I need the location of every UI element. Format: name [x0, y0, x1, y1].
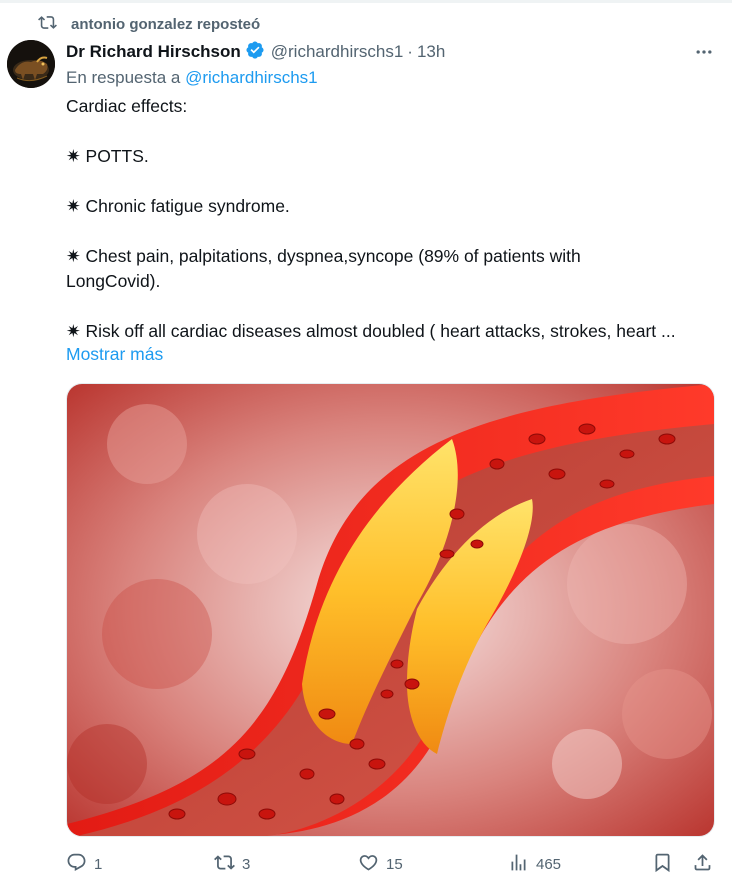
tweet-header: Dr Richard Hirschson @richardhirschs1 · …	[66, 40, 716, 64]
tweet-line	[66, 294, 716, 319]
reply-button[interactable]: 1	[66, 852, 102, 876]
repost-action-icon	[214, 852, 235, 877]
tweet-time[interactable]: 13h	[417, 42, 445, 62]
tweet-line: ✷ Risk off all cardiac diseases almost d…	[66, 321, 676, 341]
tweet-line: LongCovid).	[66, 271, 161, 291]
author-handle[interactable]: @richardhirschs1	[271, 42, 404, 62]
tweet-line	[66, 169, 716, 194]
tweet-line: ✷ Chronic fatigue syndrome.	[66, 196, 290, 216]
more-options-icon[interactable]	[692, 42, 716, 62]
like-button[interactable]: 15	[358, 852, 403, 876]
action-bar: 1 3 15 465	[66, 852, 716, 876]
repost-icon	[38, 13, 57, 36]
reply-mention-link[interactable]: @richardhirschs1	[185, 68, 318, 87]
tweet-image[interactable]	[66, 383, 715, 837]
views-button[interactable]: 465	[508, 852, 561, 876]
tweet-line: ✷ POTTS.	[66, 146, 149, 166]
share-button[interactable]	[692, 852, 713, 876]
author-name[interactable]: Dr Richard Hirschson	[66, 42, 241, 62]
verified-badge-icon	[241, 40, 271, 65]
tweet-text: Cardiac effects: ✷ POTTS. ✷ Chronic fati…	[66, 94, 716, 344]
tweet-line: Cardiac effects:	[66, 96, 188, 116]
top-divider	[0, 0, 732, 3]
reply-icon	[66, 852, 87, 877]
tweet-line	[66, 119, 716, 144]
show-more-link[interactable]: Mostrar más	[66, 344, 163, 365]
repost-button[interactable]: 3	[214, 852, 250, 876]
tweet-line: ✷ Chest pain, palpitations, dyspnea,sync…	[66, 246, 581, 266]
separator-dot: ·	[407, 42, 413, 61]
bookmark-button[interactable]	[652, 852, 673, 876]
repost-count: 3	[242, 855, 251, 873]
like-count: 15	[386, 855, 403, 873]
heart-icon	[358, 852, 379, 877]
share-icon	[692, 852, 713, 877]
repost-context[interactable]: antonio gonzalez reposteó	[38, 13, 260, 35]
avatar[interactable]	[7, 40, 55, 88]
repost-label: antonio gonzalez reposteó	[71, 15, 261, 33]
bookmark-icon	[652, 852, 673, 877]
reply-count: 1	[94, 855, 103, 873]
views-chart-icon	[508, 852, 529, 877]
reply-context: En respuesta a @richardhirschs1	[66, 68, 318, 88]
tweet-line	[66, 219, 716, 244]
reply-prefix: En respuesta a	[66, 68, 181, 87]
views-count: 465	[536, 855, 562, 873]
